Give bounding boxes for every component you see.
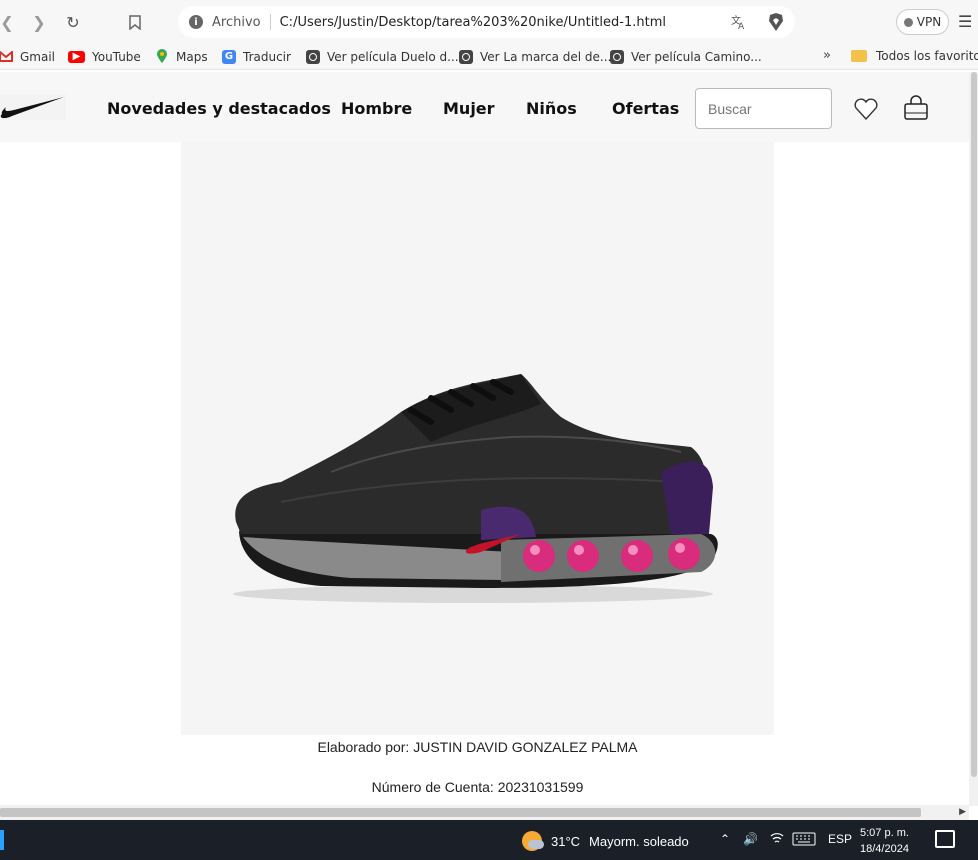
bookmark-label: Ver película Duelo d...: [327, 49, 459, 64]
nav-link-hombre[interactable]: Hombre: [341, 99, 412, 118]
globe-icon: [610, 49, 624, 64]
windows-taskbar: 31°C Mayorm. soleado ⌃ 🔊 ESP 5:07 p. m. …: [0, 820, 978, 860]
clock-time: 5:07 p. m.: [860, 827, 909, 839]
product-image: [181, 142, 774, 735]
scroll-right-arrow-icon[interactable]: ▶: [959, 807, 966, 817]
nav-link-ninos[interactable]: Niños: [526, 99, 577, 118]
credit-account: Número de Cuenta: 20231031599: [371, 779, 584, 795]
bookmark-label: Maps: [176, 49, 208, 64]
address-bar[interactable]: i Archivo C:/Users/Justin/Desktop/tarea%…: [178, 6, 795, 38]
clock-date: 18/4/2024: [860, 843, 909, 855]
bookmark-marca-del[interactable]: Ver La marca del de...: [459, 49, 612, 64]
bookmark-maps[interactable]: Maps: [155, 49, 208, 64]
reload-button[interactable]: ↻: [60, 9, 86, 35]
bookmark-icon: [129, 14, 141, 30]
browser-menu-icon[interactable]: ☰: [958, 12, 972, 31]
nav-link-novedades[interactable]: Novedades y destacados: [107, 99, 331, 118]
weather-widget[interactable]: 31°C Mayorm. soleado: [522, 831, 689, 851]
translate-icon: G: [222, 49, 236, 64]
youtube-icon: ▶: [68, 50, 85, 63]
vpn-status-dot: [903, 17, 913, 27]
nike-logo[interactable]: [0, 94, 66, 120]
favorites-heart-icon[interactable]: [851, 94, 881, 124]
keyboard-icon[interactable]: [792, 832, 816, 849]
weather-temperature: 31°C: [551, 833, 581, 849]
address-url[interactable]: C:/Users/Justin/Desktop/tarea%203%20nike…: [280, 15, 666, 30]
address-divider: [269, 14, 271, 30]
volume-icon[interactable]: 🔊: [743, 832, 758, 846]
weather-sun-icon: [522, 831, 544, 851]
bookmark-traducir[interactable]: G Traducir: [222, 49, 291, 64]
shopping-bag-icon[interactable]: [901, 94, 931, 124]
notification-center-icon[interactable]: [935, 830, 955, 848]
horizontal-scrollbar[interactable]: ▶: [0, 805, 969, 820]
bookmark-pelicula-camino[interactable]: Ver película Camino...: [610, 49, 762, 64]
back-button[interactable]: ❮: [0, 9, 20, 35]
tray-chevron-icon[interactable]: ⌃: [720, 832, 730, 846]
taskbar-clock[interactable]: 5:07 p. m. 18/4/2024: [860, 825, 909, 857]
maps-icon: [155, 49, 169, 64]
bookmarks-bar: Gmail ▶ YouTube Maps G Traducir Ver pelí…: [0, 44, 978, 70]
credit-author: Elaborado por: JUSTIN DAVID GONZALEZ PAL…: [317, 739, 638, 755]
sneaker-image: [233, 374, 718, 603]
nav-link-ofertas[interactable]: Ofertas: [612, 99, 679, 118]
forward-button[interactable]: ❯: [26, 9, 52, 35]
nav-link-mujer[interactable]: Mujer: [443, 99, 495, 118]
search-input[interactable]: [695, 88, 832, 129]
all-favorites-label: Todos los favoritos: [876, 49, 978, 63]
more-bookmarks-button[interactable]: »: [823, 48, 831, 63]
globe-icon: [306, 49, 320, 64]
bookmark-label: YouTube: [92, 49, 141, 64]
site-header: Novedades y destacados Hombre Mujer Niño…: [0, 72, 978, 142]
bookmark-gmail[interactable]: Gmail: [0, 50, 55, 64]
language-indicator[interactable]: ESP: [828, 832, 852, 846]
bookmark-label: Traducir: [243, 49, 291, 64]
wifi-icon[interactable]: [770, 832, 784, 847]
address-scheme: Archivo: [212, 14, 261, 30]
bookmark-label: Gmail: [20, 49, 56, 64]
weather-condition: Mayorm. soleado: [589, 833, 689, 849]
vertical-scrollbar-thumb[interactable]: [971, 72, 977, 777]
bookmark-page-button[interactable]: [122, 9, 148, 35]
globe-icon: [459, 49, 473, 64]
horizontal-scrollbar-thumb[interactable]: [0, 808, 921, 817]
brave-shield-icon[interactable]: [767, 12, 785, 32]
info-icon[interactable]: i: [189, 15, 203, 29]
folder-icon: [851, 50, 867, 62]
svg-text:A: A: [738, 22, 745, 30]
vpn-label: VPN: [916, 15, 942, 29]
bookmark-label: Ver película Camino...: [631, 49, 762, 64]
translate-icon[interactable]: 文A: [731, 14, 747, 34]
bookmark-label: Ver La marca del de...: [480, 49, 612, 64]
bookmark-pelicula-duelo[interactable]: Ver película Duelo d...: [306, 49, 459, 64]
vertical-scrollbar[interactable]: [969, 72, 978, 806]
gmail-icon: [0, 50, 13, 64]
all-favorites-folder[interactable]: Todos los favoritos: [851, 49, 978, 63]
vpn-button[interactable]: VPN: [896, 9, 949, 35]
start-button-edge[interactable]: [0, 830, 4, 850]
bookmark-youtube[interactable]: ▶ YouTube: [68, 50, 141, 64]
